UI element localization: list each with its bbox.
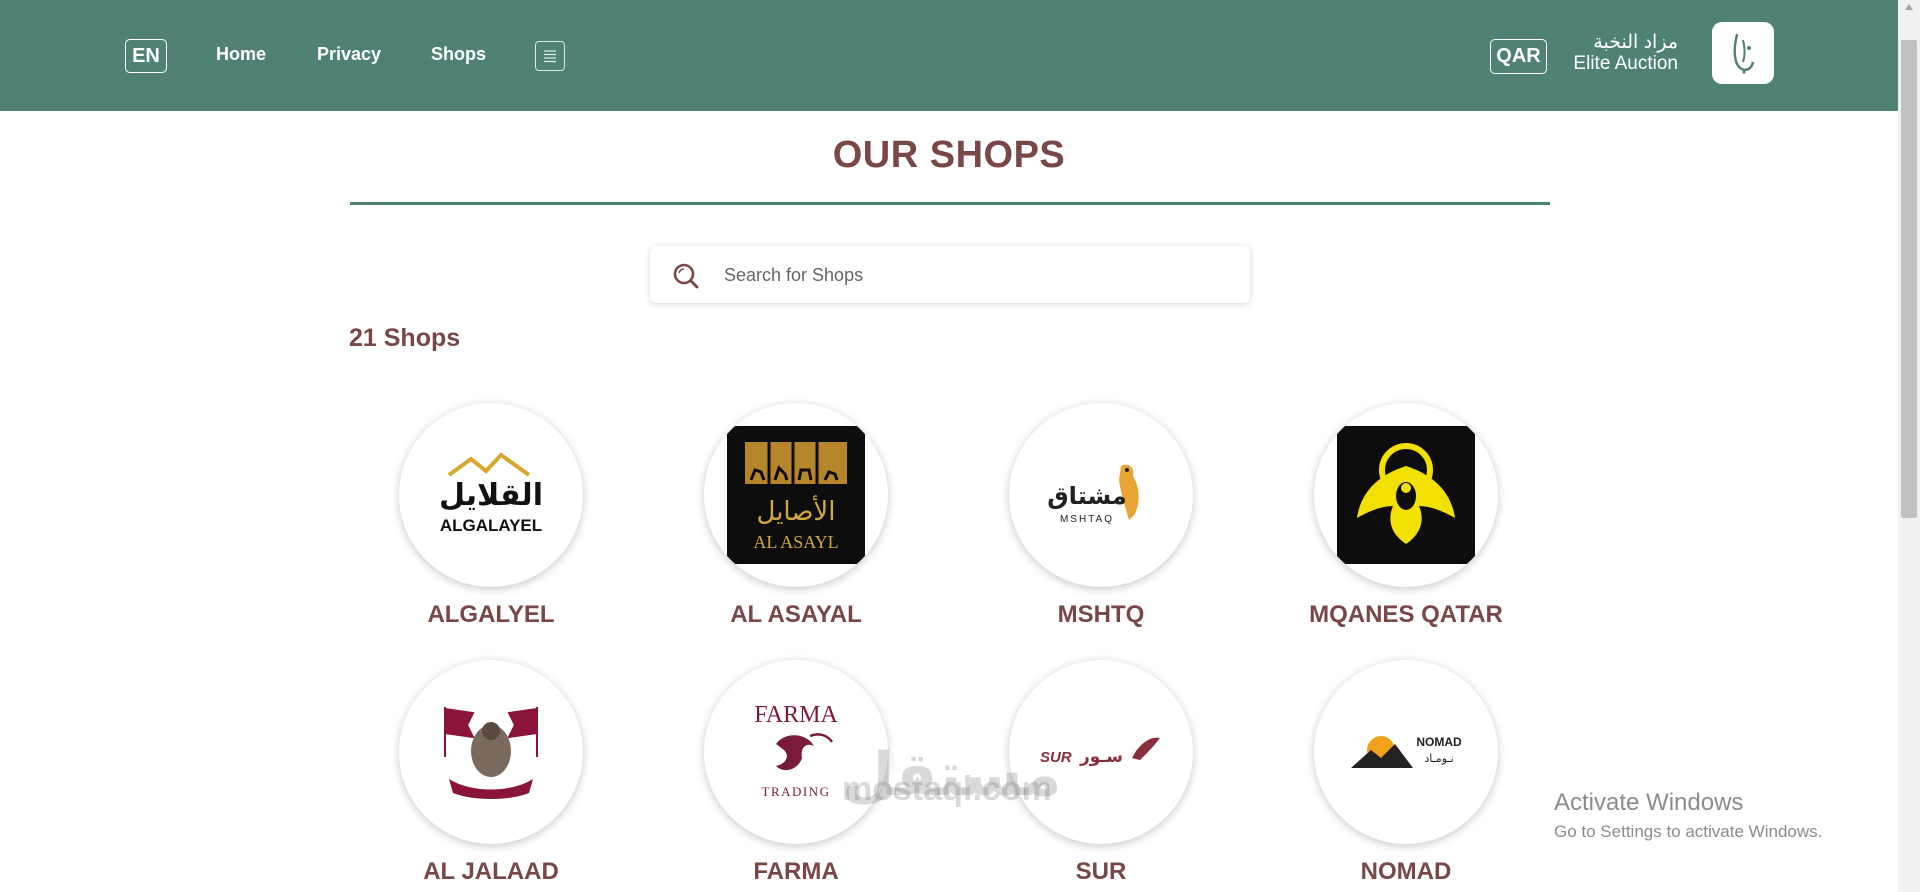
top-navbar: EN Home Privacy Shops QAR مزاد النخبة El…	[0, 0, 1898, 111]
svg-text:مشتاق: مشتاق	[1047, 482, 1127, 510]
falcon-wings-logo-icon	[1357, 443, 1455, 544]
shop-name[interactable]: AL JALAAD	[361, 858, 621, 886]
svg-text:TRADING: TRADING	[762, 784, 831, 799]
scrollbar-thumb[interactable]	[1901, 40, 1917, 518]
shop-name[interactable]: SUR	[971, 858, 1231, 886]
al-asayl-logo: الأصايل AL ASAYL	[727, 426, 865, 564]
shop-logo[interactable]: القلايل ALGALAYEL	[399, 403, 583, 587]
svg-text:ALGALAYEL: ALGALAYEL	[440, 516, 542, 535]
svg-text:الأصايل: الأصايل	[757, 494, 836, 527]
menu-toggle-button[interactable]	[535, 41, 565, 71]
shop-logo[interactable]: NOMAD نـومـاد	[1314, 660, 1498, 844]
brand-name-english: Elite Auction	[1573, 53, 1678, 74]
svg-text:AL ASAYL: AL ASAYL	[753, 532, 838, 552]
nav-shops-link[interactable]: Shops	[431, 44, 486, 65]
svg-text:سـور: سـور	[1079, 747, 1123, 767]
shop-name[interactable]: MQANES QATAR	[1276, 601, 1536, 629]
shop-name[interactable]: FARMA	[666, 858, 926, 886]
al-asayl-logo-icon: الأصايل AL ASAYL	[745, 442, 847, 552]
search-icon[interactable]	[671, 261, 701, 289]
activate-windows-subtitle: Go to Settings to activate Windows.	[1554, 822, 1823, 841]
nav-home-link[interactable]: Home	[216, 44, 266, 65]
mshtaq-falcon-logo-icon: مشتاق MSHTAQ	[1047, 464, 1139, 525]
nomad-mountain-sun-logo-icon: NOMAD نـومـاد	[1351, 735, 1462, 768]
brand-logo[interactable]	[1712, 22, 1774, 84]
shop-logo[interactable]	[399, 660, 583, 844]
currency-button[interactable]: QAR	[1490, 39, 1547, 74]
brand-name-arabic: مزاد النخبة	[1593, 32, 1678, 53]
farma-trading-logo-icon: FARMA TRADING	[754, 702, 838, 799]
shop-count: 21 Shops	[349, 324, 461, 352]
svg-text:MSHTAQ: MSHTAQ	[1060, 514, 1114, 525]
watermark: mostaql.com	[842, 770, 1052, 808]
shop-logo[interactable]	[1314, 403, 1498, 587]
svg-text:FARMA: FARMA	[754, 702, 838, 728]
al-jalaad-falcon-flags-logo-icon	[444, 707, 538, 799]
scroll-up-arrow-icon[interactable]	[1905, 4, 1913, 10]
search-box	[650, 246, 1250, 303]
algalayel-logo-icon: القلايل ALGALAYEL	[439, 452, 543, 535]
shop-logo[interactable]: مشتاق MSHTAQ	[1009, 403, 1193, 587]
svg-text:القلايل: القلايل	[439, 478, 543, 513]
hamburger-icon	[544, 50, 556, 63]
mqanes-logo	[1337, 426, 1475, 564]
shop-name[interactable]: MSHTQ	[971, 601, 1231, 629]
elite-auction-logo-icon	[1733, 33, 1755, 74]
svg-text:NOMAD: NOMAD	[1416, 735, 1462, 749]
title-divider	[350, 202, 1550, 205]
shop-name[interactable]: ALGALYEL	[361, 601, 621, 629]
shop-name[interactable]: NOMAD	[1276, 858, 1536, 886]
shop-name[interactable]: AL ASAYAL	[666, 601, 926, 629]
nav-privacy-link[interactable]: Privacy	[317, 44, 381, 65]
language-toggle-button[interactable]: EN	[125, 39, 167, 73]
search-input[interactable]	[724, 260, 1224, 290]
page-title: OUR SHOPS	[832, 134, 1066, 176]
activate-windows-title: Activate Windows	[1554, 789, 1744, 816]
svg-text:نـومـاد: نـومـاد	[1424, 752, 1453, 765]
shop-logo[interactable]: الأصايل AL ASAYL	[704, 403, 888, 587]
